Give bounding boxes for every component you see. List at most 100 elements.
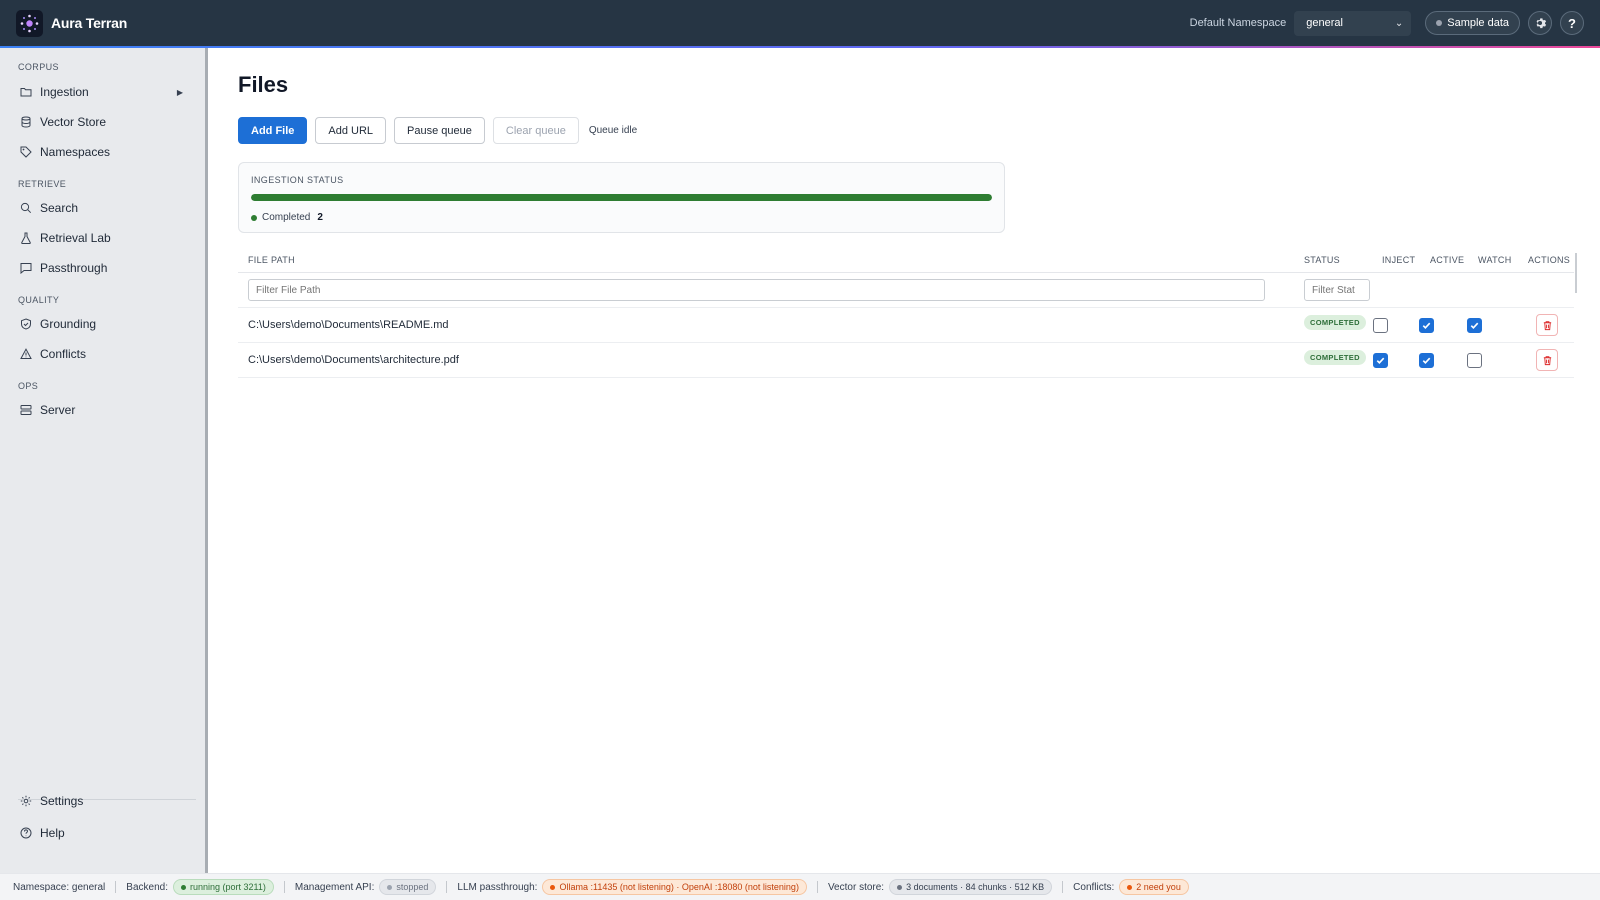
file-path-cell: C:\Users\demo\Documents\architecture.pdf: [248, 354, 459, 366]
footer-backend-label: Backend:: [126, 881, 168, 893]
header-file-path[interactable]: FILE PATH: [248, 255, 295, 265]
sidebar-item-label: Server: [40, 403, 76, 417]
shield-check-icon: [20, 318, 32, 330]
sidebar-section-ops: OPS: [18, 381, 39, 391]
namespace-select-value: general: [1306, 17, 1343, 29]
namespace-select[interactable]: general ⌄: [1294, 10, 1412, 36]
legend-label: Completed: [262, 212, 311, 223]
sidebar-item-ingestion[interactable]: Ingestion ▶: [0, 77, 205, 107]
page-title: Files: [238, 72, 289, 97]
tag-icon: [20, 146, 32, 158]
help-label: ?: [1568, 15, 1576, 31]
sample-data-button[interactable]: Sample data: [1425, 11, 1520, 35]
database-icon: [20, 116, 32, 128]
sidebar-item-passthrough[interactable]: Passthrough: [0, 253, 205, 283]
message-icon: [20, 262, 32, 274]
header-actions: ACTIONS: [1528, 254, 1571, 265]
delete-button[interactable]: [1536, 349, 1558, 371]
app-logo[interactable]: [16, 9, 43, 37]
add-url-button[interactable]: Add URL: [315, 117, 387, 144]
search-icon: [20, 202, 32, 214]
toolbar: Add File Add URL Pause queue Clear queue…: [238, 117, 637, 144]
sidebar-item-label: Vector Store: [40, 115, 107, 129]
footer-conflicts-label: Conflicts:: [1073, 881, 1115, 893]
vector-status-badge[interactable]: 3 documents · 84 chunks · 512 KB: [889, 879, 1053, 895]
active-checkbox[interactable]: [1419, 352, 1434, 368]
completed-dot-icon: [251, 214, 257, 221]
folder-icon: [20, 86, 32, 98]
conflicts-status-badge[interactable]: 2 need you: [1119, 879, 1189, 895]
active-checkbox[interactable]: [1419, 317, 1434, 333]
sidebar-section-quality: QUALITY: [18, 295, 60, 305]
filter-status-input[interactable]: [1304, 279, 1370, 301]
help-button[interactable]: ?: [1560, 11, 1584, 35]
top-bar: Aura Terran Default Namespace general ⌄ …: [0, 0, 1600, 46]
inject-checkbox[interactable]: [1373, 317, 1388, 333]
management-status-badge[interactable]: stopped: [379, 879, 437, 895]
sidebar-item-label: Settings: [40, 794, 84, 808]
footer-namespace: Namespace: general: [13, 881, 106, 893]
status-dot-icon: [550, 884, 556, 890]
pause-queue-button[interactable]: Pause queue: [394, 117, 485, 144]
sidebar-item-conflicts[interactable]: Conflicts: [0, 339, 205, 369]
header-watch[interactable]: WATCH: [1478, 255, 1512, 265]
sidebar-section-corpus: CORPUS: [18, 62, 59, 72]
chevron-down-icon: ⌄: [1394, 17, 1404, 29]
sidebar-item-retrieval-lab[interactable]: Retrieval Lab: [0, 223, 205, 253]
settings-button[interactable]: [1528, 11, 1552, 35]
ingestion-status-card: INGESTION STATUS Completed 2: [238, 162, 1005, 233]
llm-status-value: Ollama :11435 (not listening) · OpenAI :…: [559, 882, 799, 892]
header-active[interactable]: ACTIVE: [1430, 255, 1464, 265]
inject-checkbox[interactable]: [1373, 352, 1388, 368]
header-inject[interactable]: INJECT: [1382, 255, 1415, 265]
sidebar-item-help[interactable]: Help: [0, 817, 205, 849]
watch-checkbox[interactable]: [1467, 317, 1482, 333]
status-dot-icon: [180, 884, 186, 890]
backend-status-badge[interactable]: running (port 3211): [172, 879, 274, 895]
header-status[interactable]: STATUS: [1304, 255, 1340, 265]
separator: [446, 881, 448, 893]
sidebar-item-label: Namespaces: [40, 145, 111, 159]
sidebar-item-label: Conflicts: [40, 347, 87, 361]
management-status-value: stopped: [396, 882, 429, 892]
help-icon: [20, 827, 32, 839]
header-resize-handle[interactable]: [1575, 253, 1577, 293]
llm-status-badge[interactable]: Ollama :11435 (not listening) · OpenAI :…: [542, 879, 807, 895]
sidebar-item-settings[interactable]: Settings: [0, 785, 205, 817]
warning-icon: [20, 348, 32, 360]
footer-llm-label: LLM passthrough:: [457, 881, 538, 893]
gear-icon: [20, 795, 32, 807]
separator: [816, 881, 818, 893]
footer-management-label: Management API:: [294, 881, 375, 893]
server-icon: [20, 404, 32, 416]
file-path-cell: C:\Users\demo\Documents\README.md: [248, 319, 449, 331]
app-title: Aura Terran: [51, 15, 128, 31]
sidebar-item-namespaces[interactable]: Namespaces: [0, 137, 205, 167]
conflicts-status-value: 2 need you: [1136, 882, 1181, 892]
table-row[interactable]: C:\Users\demo\Documents\README.md COMPLET…: [238, 308, 1574, 343]
sample-data-label: Sample data: [1447, 17, 1509, 29]
table-header: FILE PATH STATUS INJECT ACTIVE WATCH ACT…: [238, 247, 1577, 293]
sidebar-section-retrieve: RETRIEVE: [18, 179, 67, 189]
footer-vector-label: Vector store:: [827, 881, 885, 893]
add-file-button[interactable]: Add File: [238, 117, 308, 144]
sidebar-item-label: Help: [40, 826, 65, 840]
sidebar: CORPUS Ingestion ▶ Vector Store Namespac…: [0, 48, 208, 873]
sidebar-item-server[interactable]: Server: [0, 395, 205, 425]
sidebar-item-search[interactable]: Search: [0, 193, 205, 223]
watch-checkbox[interactable]: [1467, 352, 1482, 368]
delete-button[interactable]: [1536, 314, 1558, 336]
separator: [1062, 881, 1064, 893]
clear-queue-button[interactable]: Clear queue: [492, 117, 579, 144]
sidebar-item-grounding[interactable]: Grounding: [0, 309, 205, 339]
ingestion-progress-fill: [251, 194, 992, 201]
table-row[interactable]: C:\Users\demo\Documents\architecture.pdf…: [238, 343, 1574, 378]
status-dot-icon: [1127, 884, 1133, 890]
legend-count: 2: [317, 212, 323, 223]
logo-icon: [20, 14, 39, 32]
sidebar-item-label: Grounding: [40, 317, 97, 331]
status-dot-icon: [1436, 20, 1443, 26]
sidebar-item-vector-store[interactable]: Vector Store: [0, 107, 205, 137]
filter-file-path-input[interactable]: [248, 279, 1265, 301]
status-badge: COMPLETED: [1304, 314, 1366, 330]
